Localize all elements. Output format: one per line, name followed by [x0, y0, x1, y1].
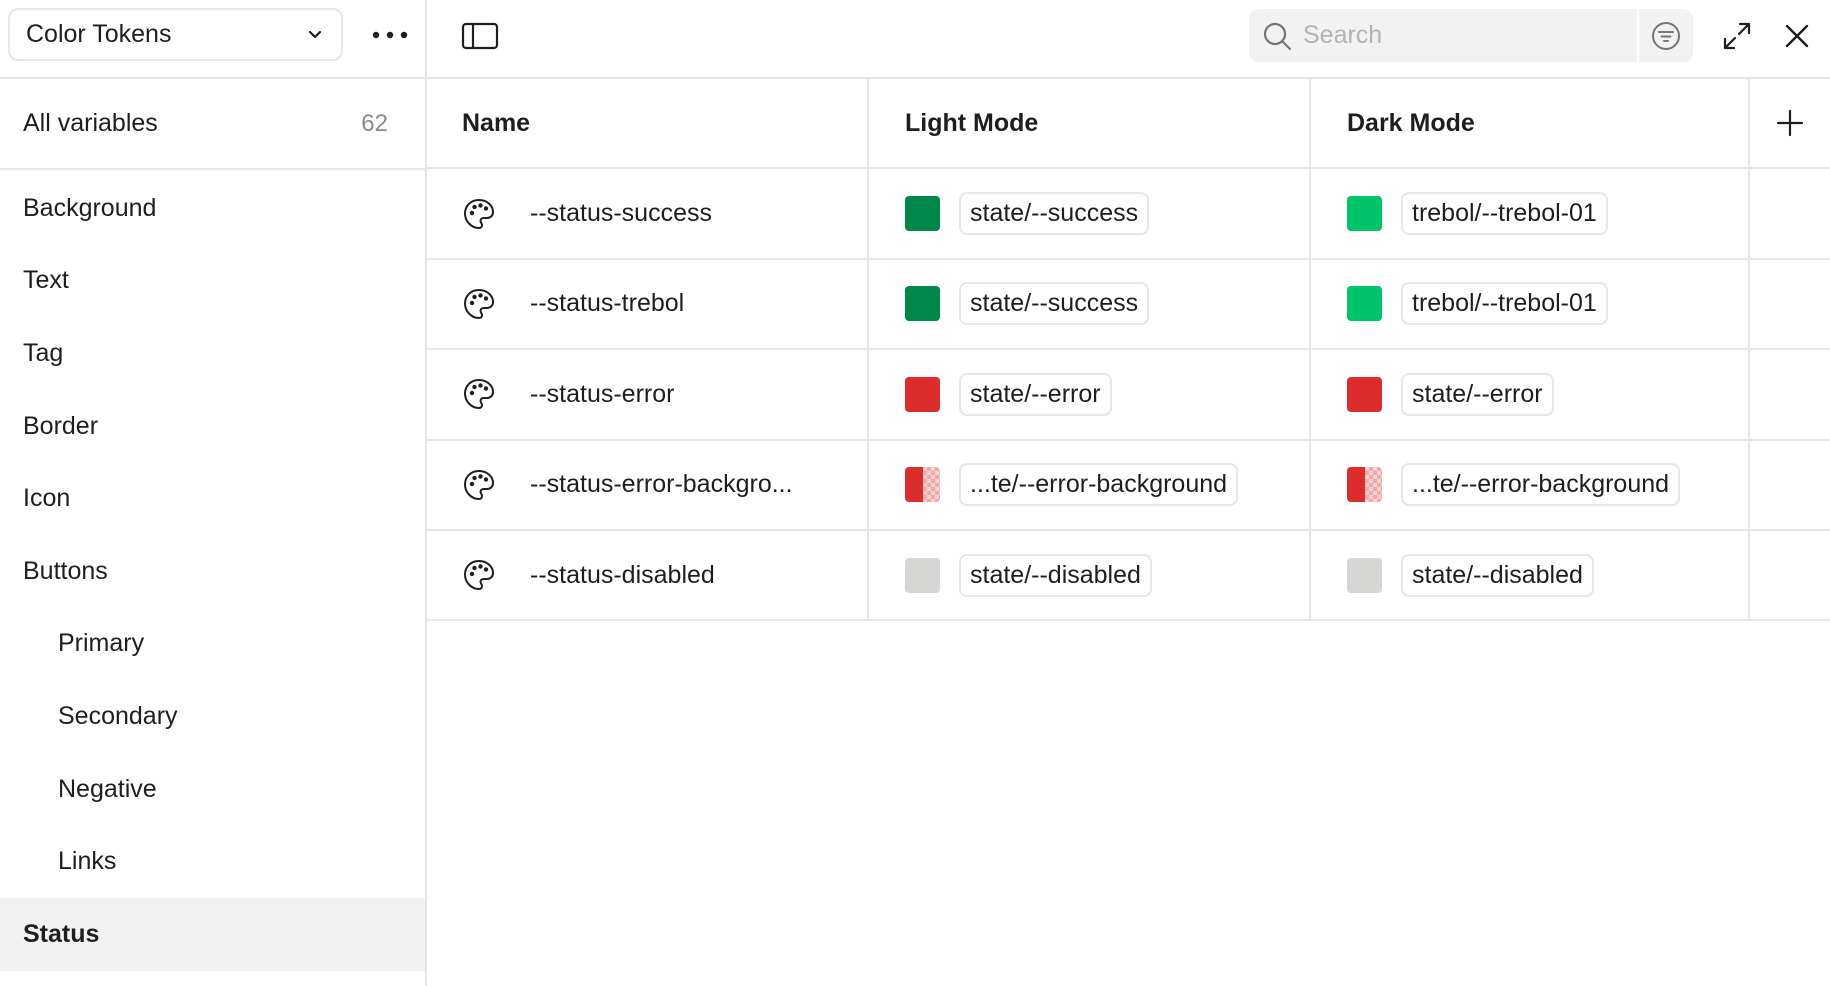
table-row[interactable]: --status-error-backgro... ...te/--error-b… — [427, 440, 1830, 531]
alias-pill[interactable]: trebol/--trebol-01 — [1401, 282, 1608, 326]
sidebar-item-primary[interactable]: Primary — [0, 608, 425, 681]
expand-button[interactable] — [1717, 16, 1757, 56]
variable-name-cell[interactable]: --status-error — [427, 350, 869, 439]
palette-icon — [462, 558, 496, 592]
more-horizontal-icon — [372, 31, 408, 39]
color-swatch[interactable] — [905, 467, 940, 503]
all-variables-count: 62 — [361, 109, 388, 137]
filter-button[interactable] — [1637, 9, 1693, 62]
empty-cell — [1750, 350, 1830, 438]
color-swatch[interactable] — [905, 286, 940, 322]
light-mode-cell[interactable]: state/--error — [869, 350, 1311, 439]
alias-pill[interactable]: state/--disabled — [1401, 553, 1594, 597]
alias-pill[interactable]: state/--error — [959, 372, 1112, 416]
sidebar-item-status[interactable]: Status — [0, 897, 425, 971]
light-mode-cell[interactable]: state/--success — [869, 259, 1311, 349]
collection-name: Color Tokens — [26, 20, 172, 48]
sidebar-item-border[interactable]: Border — [0, 390, 425, 463]
add-mode-button[interactable] — [1770, 103, 1810, 143]
column-header-dark-mode[interactable]: Dark Mode — [1311, 79, 1750, 168]
palette-icon — [462, 287, 496, 321]
alias-pill[interactable]: trebol/--trebol-01 — [1401, 192, 1608, 236]
alias-pill[interactable]: state/--success — [959, 192, 1150, 236]
dark-mode-cell[interactable]: ...te/--error-background — [1311, 440, 1750, 529]
table-body: --status-success state/--success trebol/--… — [427, 169, 1830, 622]
palette-icon — [462, 468, 496, 502]
alias-pill[interactable]: state/--error — [1401, 372, 1554, 416]
dark-mode-cell[interactable]: state/--error — [1311, 350, 1750, 439]
light-mode-cell[interactable]: state/--success — [869, 169, 1311, 258]
chevron-down-icon — [305, 25, 325, 45]
variable-name: --status-error-backgro... — [530, 470, 793, 499]
dark-mode-cell[interactable]: trebol/--trebol-01 — [1311, 259, 1750, 349]
table-row[interactable]: --status-disabled state/--disabled state/-… — [427, 530, 1830, 622]
palette-icon — [462, 197, 496, 231]
variable-name: --status-error — [530, 379, 675, 408]
panel-toggle-button[interactable] — [459, 18, 501, 54]
alias-pill[interactable]: ...te/--error-background — [1401, 463, 1681, 507]
alias-pill[interactable]: ...te/--error-background — [959, 463, 1239, 507]
empty-cell — [1750, 260, 1830, 348]
color-swatch[interactable] — [1347, 286, 1382, 322]
color-swatch[interactable] — [905, 196, 940, 232]
table-row[interactable]: --status-error state/--error state/--error — [427, 350, 1830, 441]
search-icon — [1263, 22, 1292, 50]
search-placeholder: Search — [1303, 21, 1383, 49]
color-swatch[interactable] — [905, 557, 940, 593]
color-swatch[interactable] — [1347, 376, 1382, 412]
close-button[interactable] — [1777, 16, 1817, 56]
table-row[interactable]: --status-trebol state/--success trebol/--t… — [427, 259, 1830, 351]
variable-name: --status-disabled — [530, 560, 715, 589]
variable-name-cell[interactable]: --status-success — [427, 169, 869, 258]
column-header-name: Name — [427, 79, 869, 168]
column-header-light-mode[interactable]: Light Mode — [869, 79, 1311, 168]
collection-dropdown[interactable]: Color Tokens — [8, 8, 343, 61]
empty-cell — [1750, 441, 1830, 529]
sidebar-panel-icon — [461, 22, 499, 50]
light-mode-cell[interactable]: ...te/--error-background — [869, 440, 1311, 529]
search-input[interactable]: Search — [1249, 9, 1650, 62]
more-options-button[interactable] — [365, 16, 415, 54]
variable-name: --status-trebol — [530, 289, 685, 318]
all-variables-item[interactable]: All variables 62 — [0, 79, 425, 170]
sidebar-item-buttons[interactable]: Buttons — [0, 535, 425, 608]
sidebar-item-icon[interactable]: Icon — [0, 462, 425, 535]
variable-name-cell[interactable]: --status-disabled — [427, 530, 869, 620]
table-header: Name Light Mode Dark Mode — [427, 79, 1830, 170]
palette-icon — [462, 377, 496, 411]
collection-header: Color Tokens — [0, 0, 425, 79]
sidebar-item-secondary[interactable]: Secondary — [0, 680, 425, 753]
dark-mode-cell[interactable]: state/--disabled — [1311, 530, 1750, 620]
color-swatch[interactable] — [905, 376, 940, 412]
all-variables-label: All variables — [23, 109, 158, 137]
alias-pill[interactable]: state/--success — [959, 282, 1150, 326]
color-swatch[interactable] — [1347, 196, 1382, 232]
sidebar-item-background[interactable]: Background — [0, 172, 425, 245]
sidebar-item-negative[interactable]: Negative — [0, 753, 425, 826]
close-icon — [1785, 24, 1809, 48]
expand-icon — [1723, 22, 1751, 50]
plus-icon — [1776, 110, 1804, 137]
add-column-cell — [1750, 79, 1830, 167]
color-swatch[interactable] — [1347, 557, 1382, 593]
color-swatch[interactable] — [1347, 467, 1382, 503]
table-row[interactable]: --status-success state/--success trebol/--… — [427, 169, 1830, 260]
alias-pill[interactable]: state/--disabled — [959, 553, 1152, 597]
variable-name-cell[interactable]: --status-trebol — [427, 259, 869, 349]
empty-cell — [1750, 169, 1830, 257]
sidebar-item-text[interactable]: Text — [0, 245, 425, 318]
toolbar: Search — [427, 0, 1830, 79]
variable-name: --status-success — [530, 199, 712, 228]
variables-table: Name Light Mode Dark Mode --status-succe… — [427, 79, 1830, 622]
light-mode-cell[interactable]: state/--disabled — [869, 530, 1311, 620]
group-list: Background Text Tag Border Icon Buttons … — [0, 172, 425, 971]
filter-icon — [1652, 21, 1680, 50]
sidebar-item-links[interactable]: Links — [0, 825, 425, 898]
variable-name-cell[interactable]: --status-error-backgro... — [427, 440, 869, 529]
sidebar: Color Tokens All variables 62 Background… — [0, 0, 427, 986]
sidebar-item-tag[interactable]: Tag — [0, 317, 425, 390]
empty-cell — [1750, 531, 1830, 619]
dark-mode-cell[interactable]: trebol/--trebol-01 — [1311, 169, 1750, 258]
